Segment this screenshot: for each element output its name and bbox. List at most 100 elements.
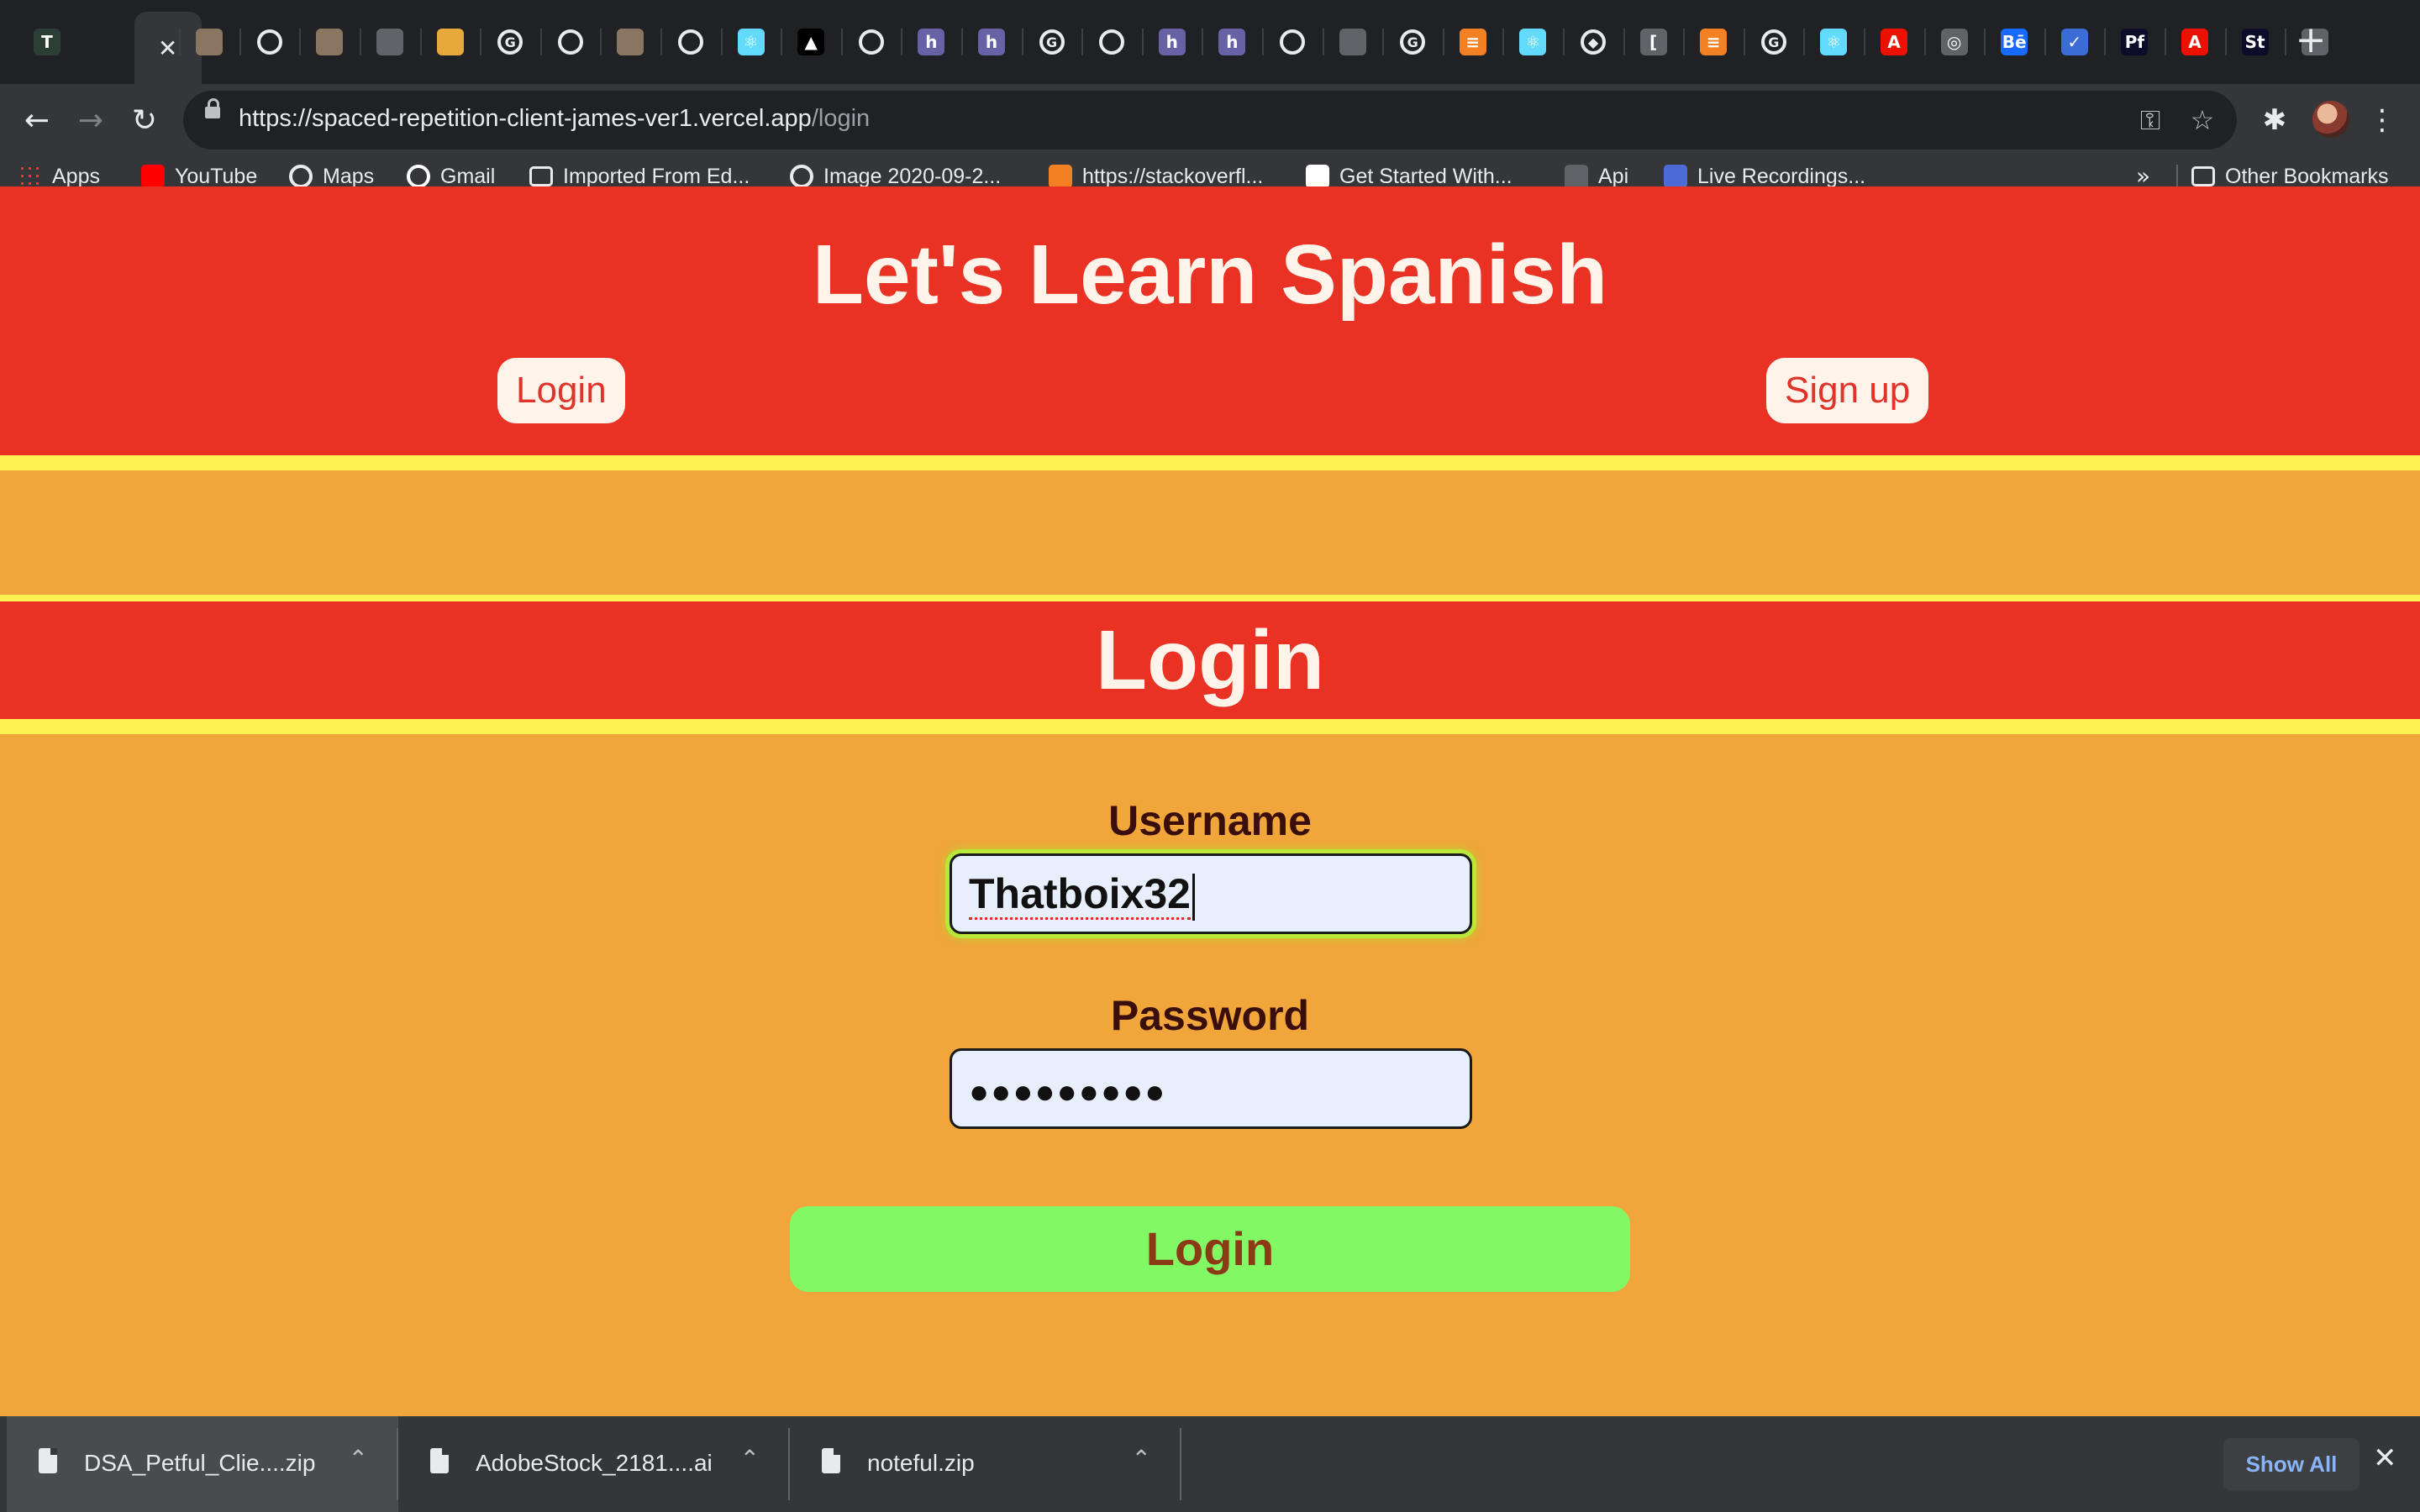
chevron-up-icon[interactable]: ⌃ bbox=[1132, 1445, 1151, 1473]
username-input[interactable]: Thatboix32 bbox=[950, 853, 1472, 934]
tab-divider bbox=[1563, 29, 1565, 55]
tab-divider bbox=[1141, 29, 1144, 55]
browser-tab[interactable]: G bbox=[1747, 15, 1801, 69]
heroku-icon: h bbox=[1218, 29, 1246, 55]
key-icon[interactable]: ⚿ bbox=[2129, 99, 2171, 141]
browser-tab[interactable] bbox=[544, 15, 597, 69]
address-bar[interactable]: https://spaced-repetition-client-james-v… bbox=[183, 91, 2237, 150]
forward-arrow-icon[interactable]: → bbox=[69, 99, 113, 143]
stackoverflow-icon: ≡ bbox=[1700, 29, 1728, 55]
browser-tab[interactable] bbox=[424, 15, 477, 69]
new-tab-button[interactable]: + bbox=[2291, 20, 2331, 60]
login-submit-button[interactable]: Login bbox=[790, 1206, 1630, 1292]
back-arrow-icon[interactable]: ← bbox=[15, 99, 59, 143]
portfolio-icon: Pf bbox=[2121, 29, 2149, 55]
header-signup-link[interactable]: Sign up bbox=[1766, 358, 1929, 423]
download-item[interactable]: AdobeStock_2181....ai ⌃ bbox=[398, 1416, 790, 1512]
password-input[interactable]: ●●●●●●●●● bbox=[950, 1048, 1472, 1129]
login-heading-band: Login bbox=[0, 601, 2420, 719]
browser-tab[interactable]: Pf bbox=[2107, 15, 2161, 69]
github-icon bbox=[256, 29, 282, 55]
browser-tab[interactable]: St bbox=[2228, 15, 2282, 69]
browser-tab[interactable]: h bbox=[1205, 15, 1259, 69]
chevron-up-icon[interactable]: ⌃ bbox=[740, 1445, 760, 1473]
browser-tab[interactable] bbox=[1085, 15, 1139, 69]
globe-icon bbox=[1339, 29, 1366, 55]
browser-tab[interactable]: ≡ bbox=[1446, 15, 1500, 69]
text-caret bbox=[1192, 873, 1195, 921]
browser-tab[interactable] bbox=[1265, 15, 1319, 69]
tab-divider bbox=[1803, 29, 1806, 55]
globe-icon bbox=[289, 165, 313, 188]
extensions-puzzle-icon[interactable]: ✱ bbox=[2252, 97, 2297, 143]
browser-tab[interactable]: ◎ bbox=[1928, 15, 1981, 69]
folder-icon bbox=[529, 166, 553, 186]
browser-tab[interactable]: h bbox=[1145, 15, 1199, 69]
reload-icon[interactable]: ↻ bbox=[123, 99, 166, 143]
browser-tab[interactable]: G bbox=[483, 15, 537, 69]
show-all-downloads-button[interactable]: Show All bbox=[2223, 1438, 2360, 1490]
bookmark-label: Imported From Ed... bbox=[563, 164, 750, 188]
browser-tab[interactable]: ≡ bbox=[1686, 15, 1740, 69]
browser-tab[interactable]: A bbox=[1867, 15, 1921, 69]
browser-tab[interactable]: T bbox=[20, 15, 74, 69]
header-login-link[interactable]: Login bbox=[497, 358, 625, 423]
browser-tab[interactable]: G bbox=[1386, 15, 1439, 69]
browser-tab[interactable] bbox=[363, 15, 417, 69]
browser-tab[interactable] bbox=[182, 15, 236, 69]
browser-tab[interactable]: ⚛ bbox=[1506, 15, 1560, 69]
browser-tab[interactable] bbox=[603, 15, 657, 69]
chevron-up-icon[interactable]: ⌃ bbox=[349, 1445, 368, 1473]
youtube-icon bbox=[141, 165, 165, 188]
browser-tab[interactable]: ✓ bbox=[2048, 15, 2102, 69]
browser-tab[interactable] bbox=[243, 15, 297, 69]
tab-divider bbox=[539, 29, 542, 55]
browser-tab[interactable]: [ bbox=[1627, 15, 1681, 69]
close-icon[interactable]: ✕ bbox=[155, 34, 182, 62]
tab-divider bbox=[360, 29, 361, 55]
lock-icon[interactable] bbox=[205, 98, 220, 118]
browser-tab[interactable] bbox=[664, 15, 718, 69]
adobe-icon: A bbox=[2181, 29, 2208, 55]
other-bookmarks-label: Other Bookmarks bbox=[2225, 164, 2389, 188]
url-text[interactable]: https://spaced-repetition-client-james-v… bbox=[239, 105, 870, 133]
browser-tab[interactable]: h bbox=[965, 15, 1018, 69]
tab-divider bbox=[1502, 29, 1505, 55]
divider-stripe bbox=[0, 455, 2420, 470]
tab-divider bbox=[2044, 29, 2046, 55]
github-icon bbox=[858, 29, 884, 55]
browser-tab[interactable]: G bbox=[1025, 15, 1079, 69]
bookmark-label: Live Recordings... bbox=[1697, 164, 1866, 188]
globe-icon bbox=[790, 165, 813, 188]
username-label: Username bbox=[1108, 797, 1312, 844]
tab-divider bbox=[1262, 29, 1264, 55]
close-icon[interactable]: ✕ bbox=[2373, 1441, 2397, 1475]
tab-divider bbox=[1382, 29, 1385, 55]
google-icon: G bbox=[1400, 29, 1426, 55]
browser-tab[interactable] bbox=[1326, 15, 1380, 69]
tab-divider bbox=[840, 29, 843, 55]
browser-tab[interactable]: ◆ bbox=[1566, 15, 1620, 69]
tab-divider bbox=[1442, 29, 1444, 55]
browser-tab[interactable]: ▲ bbox=[784, 15, 838, 69]
browser-tab[interactable]: h bbox=[904, 15, 958, 69]
download-item[interactable]: DSA_Petful_Clie....zip ⌃ bbox=[7, 1416, 398, 1512]
menu-kebab-icon[interactable]: ⋮ bbox=[2360, 97, 2405, 143]
bookmark-label: Gmail bbox=[440, 164, 496, 188]
profile-avatar[interactable] bbox=[2312, 101, 2349, 138]
cat-photo-icon bbox=[316, 29, 344, 55]
bookmark-label: Image 2020-09-2... bbox=[823, 164, 1002, 188]
browser-tab[interactable]: ⚛ bbox=[724, 15, 778, 69]
browser-tab[interactable]: Bē bbox=[1987, 15, 2041, 69]
browser-tab[interactable]: A bbox=[2168, 15, 2222, 69]
apps-grid-icon bbox=[18, 165, 42, 188]
browser-tab[interactable] bbox=[302, 15, 356, 69]
browser-tab[interactable]: ⚛ bbox=[1807, 15, 1860, 69]
download-item[interactable]: noteful.zip ⌃ bbox=[790, 1416, 1181, 1512]
star-icon[interactable]: ☆ bbox=[2181, 99, 2223, 141]
cat-photo-icon bbox=[196, 29, 224, 55]
tab-divider bbox=[961, 29, 963, 55]
bookmark-label: Apps bbox=[52, 164, 100, 188]
browser-tab[interactable] bbox=[844, 15, 898, 69]
tab-divider bbox=[720, 29, 723, 55]
